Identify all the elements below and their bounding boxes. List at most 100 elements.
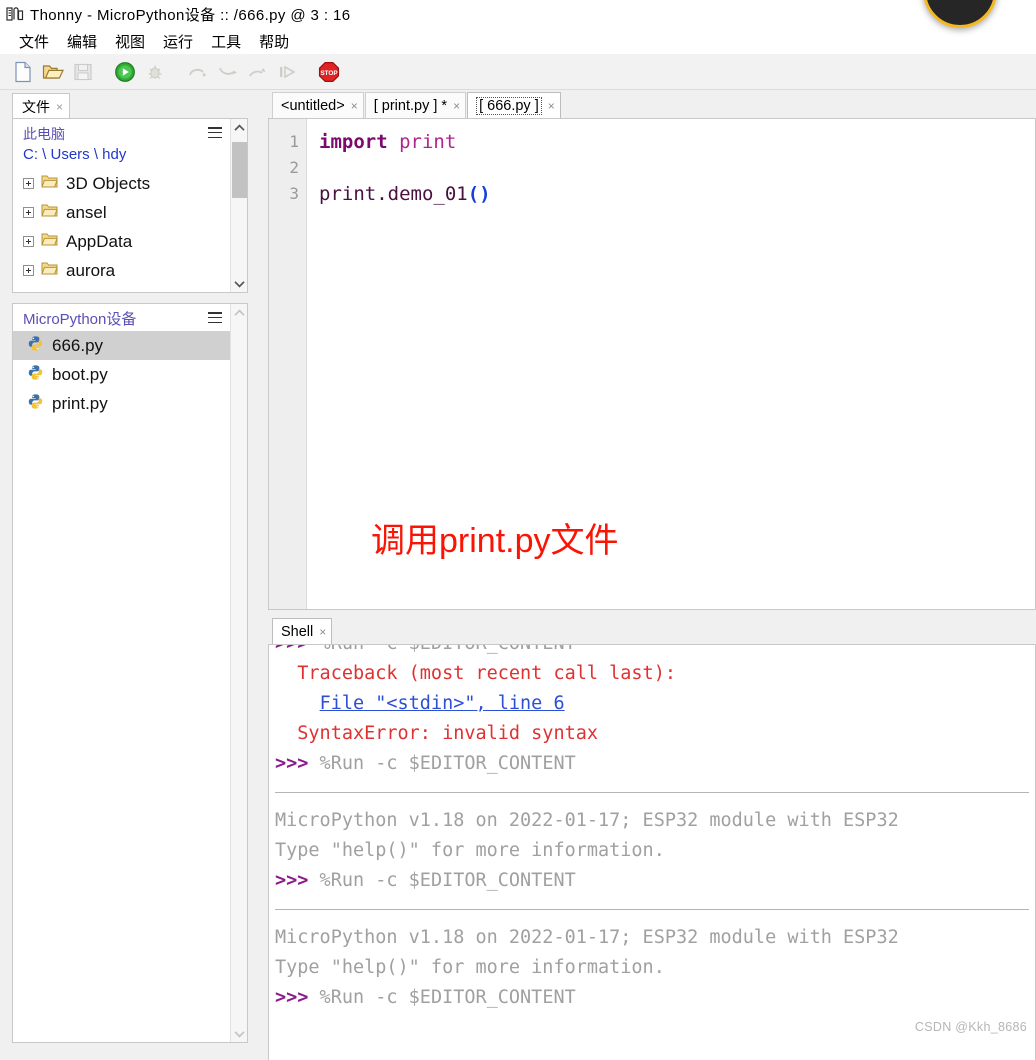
scroll-up-icon[interactable] [231, 304, 248, 321]
watermark: CSDN @Kkh_8686 [914, 1020, 1027, 1034]
device-tree: MicroPython设备 666.py boot.py print.py [13, 304, 230, 1042]
line-number: 2 [289, 158, 299, 177]
traceback-indent [275, 693, 320, 714]
device-tree-header: MicroPython设备 [13, 304, 230, 331]
close-icon[interactable]: × [351, 99, 358, 113]
shell-command: %Run -c $EDITOR_CONTENT [308, 645, 576, 654]
scroll-track[interactable] [231, 321, 248, 1025]
stop-icon[interactable]: STOP [316, 59, 342, 85]
shell-prompt: >>> [275, 987, 309, 1008]
line-number: 3 [289, 184, 299, 203]
tree-row-label: AppData [66, 231, 133, 251]
annotation-text: 调用print.py文件 [371, 522, 619, 560]
shell-line-clipped: >>> %Run -c $EDITOR_CONTENT [275, 645, 1035, 659]
toolbar: STOP [0, 54, 1036, 90]
keyword-import: import [319, 131, 388, 153]
local-tree-scrollbar[interactable] [230, 119, 247, 292]
shell-pane: Shell × >>> %Run -c $EDITOR_CONTENT Trac… [268, 616, 1036, 1060]
tab-shell[interactable]: Shell × [272, 618, 333, 645]
shell-output[interactable]: >>> %Run -c $EDITOR_CONTENT Traceback (m… [268, 644, 1036, 1060]
open-folder-icon[interactable] [40, 59, 66, 85]
close-icon[interactable]: × [453, 99, 460, 113]
hamburger-icon[interactable] [208, 127, 222, 138]
list-item[interactable]: print.py [13, 389, 230, 418]
scroll-thumb[interactable] [231, 142, 247, 198]
expand-icon[interactable] [23, 236, 34, 247]
shell-command: %Run -c $EDITOR_CONTENT [308, 987, 576, 1008]
tab-666-py[interactable]: [ 666.py ] × [467, 92, 561, 119]
scroll-track[interactable] [231, 136, 248, 275]
tab-untitled-label: <untitled> [281, 98, 345, 114]
list-item-label: boot.py [52, 364, 108, 384]
expand-icon[interactable] [23, 178, 34, 189]
shell-separator [275, 909, 1029, 910]
line-number: 1 [289, 132, 299, 151]
tree-row[interactable]: aurora [13, 256, 230, 285]
scroll-down-icon[interactable] [231, 1025, 248, 1042]
new-file-icon[interactable] [10, 59, 36, 85]
tab-print-py[interactable]: [ print.py ] * × [364, 92, 467, 119]
shell-command: %Run -c $EDITOR_CONTENT [308, 753, 576, 774]
tab-shell-label: Shell [281, 624, 314, 640]
shell-traceback-header: Traceback (most recent call last): [275, 663, 676, 684]
shell-command-line: >>> %Run -c $EDITOR_CONTENT [275, 983, 1035, 1013]
window-title: Thonny - MicroPython设备 :: /666.py @ 3 : … [30, 6, 351, 24]
code-line-3: print.demo_01() [319, 181, 1035, 207]
shell-prompt: >>> [275, 645, 308, 654]
scroll-up-icon[interactable] [231, 119, 248, 136]
shell-separator [275, 792, 1029, 793]
menu-view[interactable]: 视图 [106, 31, 154, 52]
close-icon[interactable]: × [319, 625, 326, 639]
editor-tab-row: <untitled> × [ print.py ] * × [ 666.py ]… [268, 90, 1036, 119]
folder-icon [41, 232, 58, 252]
tree-row-label: 3D Objects [66, 173, 151, 193]
list-item[interactable]: boot.py [13, 360, 230, 389]
expand-icon[interactable] [23, 265, 34, 276]
menu-file[interactable]: 文件 [10, 31, 58, 52]
traceback-file-link[interactable]: File "<stdin>", line 6 [320, 693, 565, 714]
shell-command-line: >>> %Run -c $EDITOR_CONTENT [275, 866, 1035, 896]
list-item[interactable]: 666.py [13, 331, 230, 360]
sidebar: 文件 × 此电脑 C: \ Users \ hdy 3D Objects ans… [0, 90, 262, 1060]
scroll-down-icon[interactable] [231, 275, 248, 292]
python-file-icon [27, 364, 44, 386]
local-files-panel: 此电脑 C: \ Users \ hdy 3D Objects ansel Ap… [12, 118, 248, 293]
menu-tools[interactable]: 工具 [202, 31, 250, 52]
svg-text:STOP: STOP [320, 70, 338, 77]
local-path: C: \ Users \ hdy [23, 146, 127, 163]
tab-files[interactable]: 文件 × [12, 93, 71, 119]
line-number-gutter: 1 2 3 [269, 119, 307, 609]
shell-banner-help: Type "help()" for more information. [275, 840, 665, 861]
thonny-window: Thonny - MicroPython设备 :: /666.py @ 3 : … [0, 0, 1036, 1060]
tree-row[interactable]: 3D Objects [13, 169, 230, 198]
device-tree-scrollbar[interactable] [230, 304, 247, 1042]
shell-prompt: >>> [275, 753, 309, 774]
shell-banner-help: Type "help()" for more information. [275, 957, 665, 978]
local-tree-header: 此电脑 C: \ Users \ hdy [13, 119, 230, 169]
module-name: print [387, 131, 457, 153]
menu-edit[interactable]: 编辑 [58, 31, 106, 52]
tree-row[interactable]: AppData [13, 227, 230, 256]
menu-help[interactable]: 帮助 [250, 31, 298, 52]
menu-bar: 文件 编辑 视图 运行 工具 帮助 [0, 28, 1036, 54]
tree-row[interactable]: ansel [13, 198, 230, 227]
tab-untitled[interactable]: <untitled> × [272, 92, 364, 119]
close-icon[interactable]: × [548, 99, 555, 113]
shell-traceback-file: File "<stdin>", line 6 [275, 689, 1035, 719]
run-icon[interactable] [112, 59, 138, 85]
shell-prompt: >>> [275, 870, 309, 891]
close-icon[interactable]: × [56, 100, 63, 114]
device-files-panel: MicroPython设备 666.py boot.py print.py [12, 303, 248, 1043]
code-line-1: import print [319, 129, 1035, 155]
shell-command: %Run -c $EDITOR_CONTENT [308, 870, 576, 891]
step-into-icon [214, 59, 240, 85]
hamburger-icon[interactable] [208, 312, 222, 323]
folder-icon [41, 174, 58, 194]
expand-icon[interactable] [23, 207, 34, 218]
tree-row-label: aurora [66, 260, 116, 280]
title-bar: Thonny - MicroPython设备 :: /666.py @ 3 : … [0, 0, 1036, 28]
tab-print-py-label: [ print.py ] * [373, 98, 448, 114]
resume-icon [274, 59, 300, 85]
menu-run[interactable]: 运行 [154, 31, 202, 52]
python-file-icon [27, 393, 44, 415]
